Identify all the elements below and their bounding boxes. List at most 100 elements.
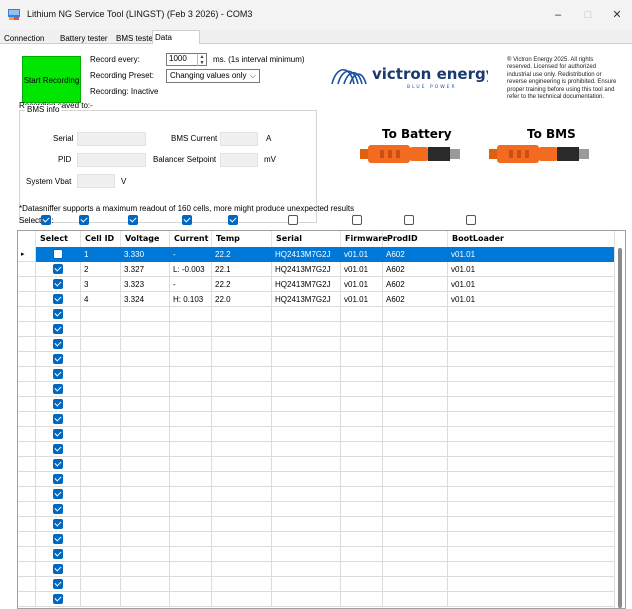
row-select-checkbox[interactable] [53,474,63,484]
cell-data-grid[interactable]: Select Cell ID Voltage Current Temp Serial Fir… [17,230,626,609]
cell-firmware[interactable] [341,577,383,592]
row-select-checkbox[interactable] [53,504,63,514]
select-all-checkbox-0[interactable] [41,215,51,225]
column-header-prodid[interactable]: ProdID [383,231,448,247]
table-row[interactable] [18,397,625,412]
table-row[interactable] [18,307,625,322]
tab-connection[interactable]: Connection [2,33,46,44]
row-header[interactable] [18,367,36,382]
column-header-serial[interactable]: Serial [272,231,341,247]
cell-prodid[interactable] [383,562,448,577]
table-row[interactable] [18,532,625,547]
row-select-checkbox[interactable] [53,264,63,274]
select-all-checkbox-2[interactable] [128,215,138,225]
cell-serial[interactable] [272,397,341,412]
row-header[interactable] [18,427,36,442]
cell-temp[interactable] [212,577,272,592]
cell-firmware[interactable] [341,307,383,322]
cell-boot[interactable] [448,487,616,502]
table-row[interactable] [18,442,625,457]
cell-voltage[interactable]: 3.324 [121,292,170,307]
row-header[interactable] [18,562,36,577]
select-all-checkbox-6[interactable] [352,215,362,225]
cell-prodid[interactable] [383,472,448,487]
cell-prodid[interactable] [383,352,448,367]
cell-voltage[interactable] [121,427,170,442]
cell-current[interactable] [170,592,212,607]
cell-voltage[interactable] [121,532,170,547]
cell-temp[interactable] [212,487,272,502]
cell-cell[interactable] [81,547,121,562]
cell-current[interactable] [170,577,212,592]
cell-serial[interactable] [272,547,341,562]
select-all-checkbox-1[interactable] [79,215,89,225]
cell-voltage[interactable]: 3.330 [121,247,170,262]
cell-cell[interactable] [81,457,121,472]
cell-current[interactable] [170,487,212,502]
row-select-checkbox[interactable] [53,429,63,439]
cell-prodid[interactable] [383,412,448,427]
cell-voltage[interactable] [121,517,170,532]
cell-prodid[interactable] [383,427,448,442]
cell-serial[interactable]: HQ2413M7G2J [272,277,341,292]
cell-temp[interactable]: 22.1 [212,262,272,277]
scrollbar-thumb[interactable] [618,248,622,608]
row-header[interactable] [18,487,36,502]
row-header[interactable] [18,322,36,337]
cell-boot[interactable] [448,547,616,562]
maximize-button[interactable]: □ [573,0,603,30]
row-header[interactable] [18,307,36,322]
row-select-checkbox[interactable] [53,564,63,574]
cell-temp[interactable] [212,352,272,367]
cell-boot[interactable]: v01.01 [448,292,616,307]
cell-current[interactable] [170,442,212,457]
cell-firmware[interactable] [341,472,383,487]
cell-boot[interactable] [448,382,616,397]
cell-serial[interactable] [272,307,341,322]
cell-firmware[interactable] [341,517,383,532]
cell-firmware[interactable] [341,337,383,352]
cell-temp[interactable] [212,457,272,472]
cell-firmware[interactable] [341,502,383,517]
column-header-voltage[interactable]: Voltage [121,231,170,247]
cell-cell[interactable] [81,382,121,397]
cell-current[interactable] [170,412,212,427]
cell-cell[interactable] [81,472,121,487]
cell-prodid[interactable]: A602 [383,277,448,292]
row-select-checkbox[interactable] [53,459,63,469]
cell-firmware[interactable]: v01.01 [341,292,383,307]
cell-firmware[interactable] [341,412,383,427]
cell-serial[interactable] [272,457,341,472]
row-header[interactable] [18,547,36,562]
cell-boot[interactable] [448,577,616,592]
cell-cell[interactable]: 4 [81,292,121,307]
cell-serial[interactable] [272,577,341,592]
cell-temp[interactable] [212,382,272,397]
row-header[interactable]: ▸ [18,247,36,262]
row-select-checkbox[interactable] [53,384,63,394]
cell-voltage[interactable] [121,577,170,592]
row-header[interactable] [18,517,36,532]
cell-firmware[interactable] [341,532,383,547]
cell-prodid[interactable] [383,367,448,382]
cell-voltage[interactable] [121,547,170,562]
row-select-checkbox[interactable] [53,249,63,259]
cell-cell[interactable] [81,352,121,367]
cell-current[interactable] [170,307,212,322]
cell-serial[interactable] [272,472,341,487]
row-select-checkbox[interactable] [53,369,63,379]
cell-cell[interactable] [81,427,121,442]
cell-boot[interactable] [448,352,616,367]
cell-boot[interactable] [448,457,616,472]
cell-firmware[interactable] [341,352,383,367]
cell-firmware[interactable] [341,442,383,457]
cell-cell[interactable] [81,562,121,577]
column-header-cell-id[interactable]: Cell ID [81,231,121,247]
row-header[interactable] [18,277,36,292]
cell-prodid[interactable] [383,547,448,562]
cell-cell[interactable] [81,367,121,382]
cell-serial[interactable] [272,442,341,457]
preset-select[interactable]: Changing values only ⌵ [166,69,260,83]
cell-serial[interactable] [272,367,341,382]
row-header[interactable] [18,502,36,517]
